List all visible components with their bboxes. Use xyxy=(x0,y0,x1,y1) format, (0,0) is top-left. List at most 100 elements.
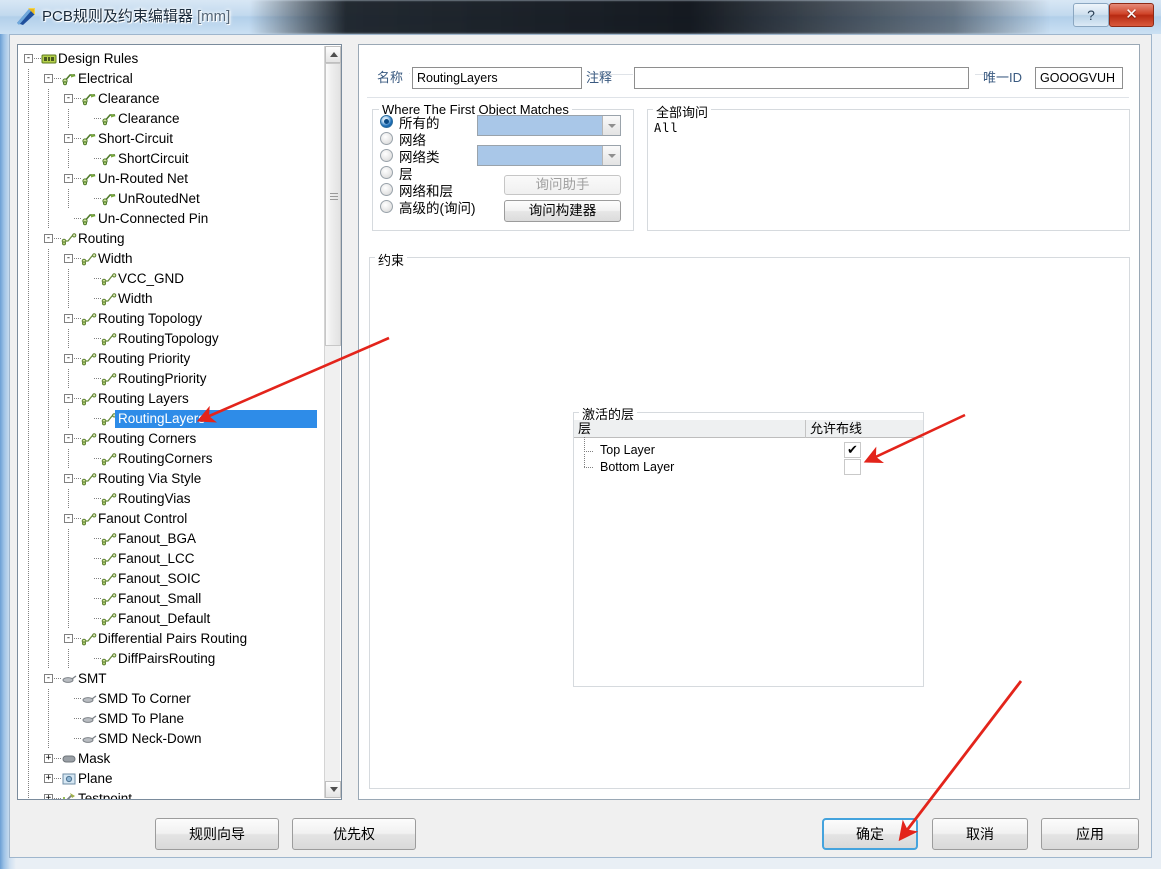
table-row[interactable]: Bottom Layer xyxy=(574,454,923,476)
net-combo[interactable] xyxy=(477,115,621,136)
tree-item-smd-neck-down[interactable]: SMD Neck-Down xyxy=(18,729,325,749)
tree-item-un-routed-net[interactable]: - Un-Routed Net xyxy=(18,169,325,189)
tree-item-routinglayers[interactable]: RoutingLayers xyxy=(18,409,325,429)
scrollbar-thumb[interactable] xyxy=(325,63,341,346)
tree-item-routing-via-style[interactable]: - Routing Via Style xyxy=(18,469,325,489)
collapse-toggle-icon[interactable]: - xyxy=(64,94,73,103)
tree-item-smd-to-plane[interactable]: SMD To Plane xyxy=(18,709,325,729)
tree-item-routing-topology[interactable]: - Routing Topology xyxy=(18,309,325,329)
apply-button[interactable]: 应用 xyxy=(1041,818,1139,850)
tree-item-routing-priority[interactable]: - Routing Priority xyxy=(18,349,325,369)
collapse-toggle-icon[interactable]: - xyxy=(64,514,73,523)
query-helper-button[interactable]: 询问助手 xyxy=(504,175,621,195)
design-rules-tree[interactable]: - Design Rules - Electrical - Clearance Cleara… xyxy=(18,45,325,799)
radio-layer[interactable] xyxy=(380,166,393,179)
tree-item-label: Width xyxy=(98,251,133,266)
cancel-button[interactable]: 取消 xyxy=(932,818,1028,850)
expand-toggle-icon[interactable]: + xyxy=(44,754,53,763)
rule-wizard-button[interactable]: 规则向导 xyxy=(155,818,279,850)
collapse-toggle-icon[interactable]: - xyxy=(64,314,73,323)
tree-item-smd-to-corner[interactable]: SMD To Corner xyxy=(18,689,325,709)
tree-item-routingpriority[interactable]: RoutingPriority xyxy=(18,369,325,389)
radio-advanced-query-label[interactable]: 高级的(询问) xyxy=(399,197,476,217)
tree-item-short-circuit[interactable]: - Short-Circuit xyxy=(18,129,325,149)
expand-toggle-icon[interactable]: + xyxy=(44,774,53,783)
tree-item-un-connected-pin[interactable]: Un-Connected Pin xyxy=(18,209,325,229)
tree-item-vcc-gnd[interactable]: VCC_GND xyxy=(18,269,325,289)
collapse-toggle-icon[interactable]: - xyxy=(64,134,73,143)
collapse-toggle-icon[interactable]: - xyxy=(64,434,73,443)
collapse-toggle-icon[interactable]: - xyxy=(64,254,73,263)
tree-item-routing-layers[interactable]: - Routing Layers xyxy=(18,389,325,409)
help-button[interactable]: ? xyxy=(1073,3,1109,27)
tree-item-clearance[interactable]: - Clearance xyxy=(18,89,325,109)
radio-net-and-layer[interactable] xyxy=(380,183,393,196)
ok-button[interactable]: 确定 xyxy=(822,818,918,850)
tree-vertical-scrollbar[interactable] xyxy=(324,46,341,798)
tree-item-routingcorners[interactable]: RoutingCorners xyxy=(18,449,325,469)
tree-item-shortcircuit[interactable]: ShortCircuit xyxy=(18,149,325,169)
rule-comment-input[interactable] xyxy=(634,67,969,89)
tree-item-electrical[interactable]: - Electrical xyxy=(18,69,325,89)
allow-routing-checkbox[interactable]: ✔ xyxy=(844,442,861,458)
tree-item-fanout-bga[interactable]: Fanout_BGA xyxy=(18,529,325,549)
tree-item-width[interactable]: Width xyxy=(18,289,325,309)
collapse-toggle-icon[interactable]: - xyxy=(44,674,53,683)
active-layers-grid[interactable]: 层 允许布线 Top Layer ✔ Bottom Layer xyxy=(574,420,923,686)
collapse-toggle-icon[interactable]: - xyxy=(64,354,73,363)
title-bar[interactable]: PCB规则及约束编辑器 [mm] ? ✕ xyxy=(0,0,1161,34)
radio-all[interactable] xyxy=(380,115,393,128)
tree-item-fanout-lcc[interactable]: Fanout_LCC xyxy=(18,549,325,569)
tree-item-diffpairsrouting[interactable]: DiffPairsRouting xyxy=(18,649,325,669)
window-title-unit: [mm] xyxy=(197,8,231,25)
radio-net[interactable] xyxy=(380,132,393,145)
tree-item-fanout-soic[interactable]: Fanout_SOIC xyxy=(18,569,325,589)
column-header-layer[interactable]: 层 xyxy=(574,420,805,437)
tree-item-label: SMT xyxy=(78,671,107,686)
net-class-combo[interactable] xyxy=(477,145,621,166)
tree-item-plane[interactable]: + Plane xyxy=(18,769,325,789)
tree-line xyxy=(48,649,49,669)
net-combo-chevron-down-icon[interactable] xyxy=(602,116,620,135)
expand-toggle-icon[interactable]: + xyxy=(44,794,53,799)
allow-routing-checkbox[interactable] xyxy=(844,459,861,475)
query-builder-button[interactable]: 询问构建器 xyxy=(504,200,621,222)
radio-advanced-query[interactable] xyxy=(380,200,393,213)
collapse-toggle-icon[interactable]: - xyxy=(64,174,73,183)
net-class-combo-chevron-down-icon[interactable] xyxy=(602,146,620,165)
tree-item-routingtopology[interactable]: RoutingTopology xyxy=(18,329,325,349)
collapse-toggle-icon[interactable]: - xyxy=(44,234,53,243)
tree-item-label: Routing Via Style xyxy=(98,471,202,486)
design-rules-tree-panel[interactable]: - Design Rules - Electrical - Clearance Cleara… xyxy=(17,44,342,800)
tree-line xyxy=(28,569,29,589)
priority-button[interactable]: 优先权 xyxy=(292,818,416,850)
unique-id-input[interactable] xyxy=(1035,67,1123,89)
tree-item-differential-pairs-routing[interactable]: - Differential Pairs Routing xyxy=(18,629,325,649)
tree-item-clearance[interactable]: Clearance xyxy=(18,109,325,129)
tree-item-routingvias[interactable]: RoutingVias xyxy=(18,489,325,509)
tree-item-routing-corners[interactable]: - Routing Corners xyxy=(18,429,325,449)
tree-item-mask[interactable]: + Mask xyxy=(18,749,325,769)
tree-item-testpoint[interactable]: + Testpoint xyxy=(18,789,325,799)
collapse-toggle-icon[interactable]: - xyxy=(64,394,73,403)
rule-name-input[interactable] xyxy=(412,67,582,89)
tree-item-design-rules[interactable]: - Design Rules xyxy=(18,49,325,69)
collapse-toggle-icon[interactable]: - xyxy=(64,474,73,483)
close-button[interactable]: ✕ xyxy=(1109,3,1154,27)
radio-net-class[interactable] xyxy=(380,149,393,162)
collapse-toggle-icon[interactable]: - xyxy=(24,54,33,63)
pcb-rules-icon xyxy=(17,8,35,25)
tree-item-fanout-default[interactable]: Fanout_Default xyxy=(18,609,325,629)
table-row[interactable]: Top Layer ✔ xyxy=(574,437,923,459)
collapse-toggle-icon[interactable]: - xyxy=(64,634,73,643)
column-header-allow-routing[interactable]: 允许布线 xyxy=(806,420,923,437)
tree-item-fanout-control[interactable]: - Fanout Control xyxy=(18,509,325,529)
collapse-toggle-icon[interactable]: - xyxy=(44,74,53,83)
tree-item-width[interactable]: - Width xyxy=(18,249,325,269)
tree-item-routing[interactable]: - Routing xyxy=(18,229,325,249)
tree-item-unroutednet[interactable]: UnRoutedNet xyxy=(18,189,325,209)
tree-item-fanout-small[interactable]: Fanout_Small xyxy=(18,589,325,609)
scroll-up-button[interactable] xyxy=(325,46,341,63)
tree-item-smt[interactable]: - SMT xyxy=(18,669,325,689)
scroll-down-button[interactable] xyxy=(325,781,341,798)
